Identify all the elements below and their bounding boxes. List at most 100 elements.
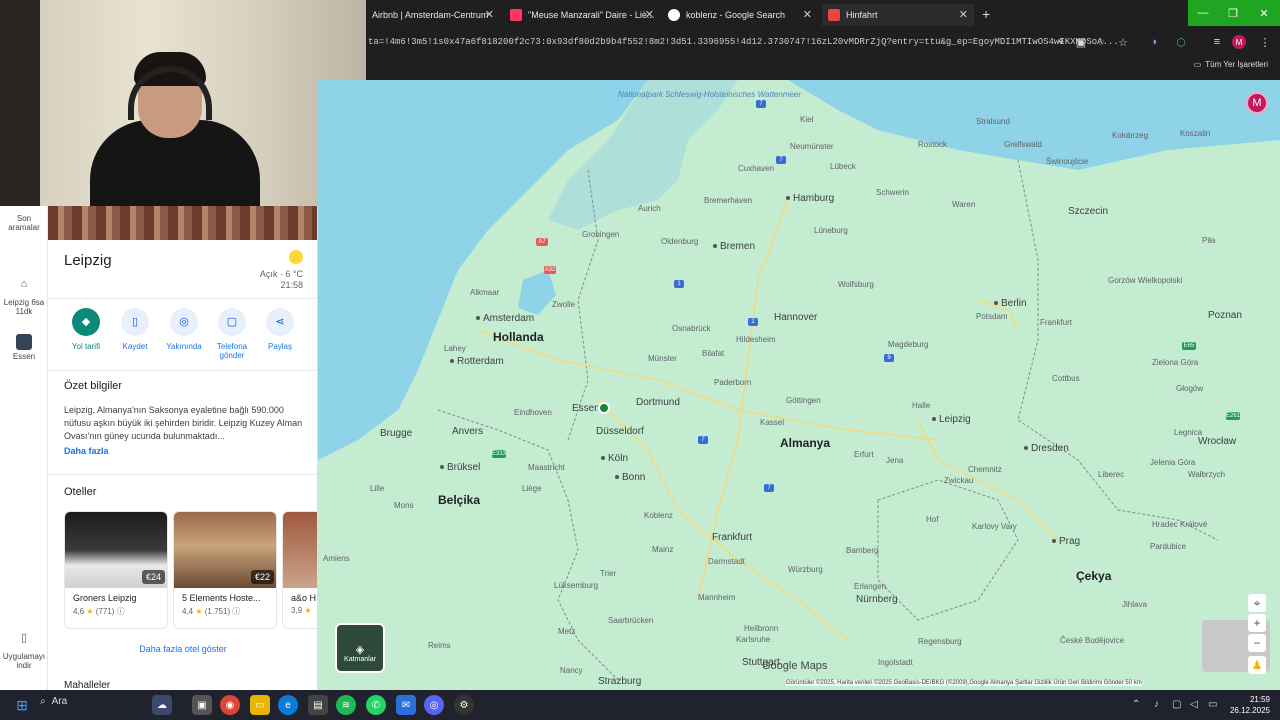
map-label-town[interactable]: Lille <box>370 484 384 493</box>
map-label-city[interactable]: Rotterdam <box>450 356 504 367</box>
pegman-button[interactable]: ♟ <box>1248 656 1266 674</box>
menu-icon[interactable]: ⋮ <box>1258 35 1272 49</box>
store-icon[interactable]: ▤ <box>308 695 328 715</box>
maximize-button[interactable]: ❐ <box>1218 0 1248 26</box>
map-label-town[interactable]: Głogów <box>1176 384 1203 393</box>
microphone-icon[interactable]: ♪ <box>1154 699 1159 710</box>
info-icon[interactable]: ⓘ <box>232 607 240 616</box>
map-label-town[interactable]: Kołobrzeg <box>1112 131 1148 140</box>
map-label-city[interactable]: Brüksel <box>440 462 480 473</box>
map-label-city[interactable]: Anvers <box>452 426 483 437</box>
map-label-town[interactable]: Chemnitz <box>968 465 1002 474</box>
map-label-city[interactable]: Frankfurt <box>712 532 752 543</box>
chrome-icon[interactable]: ◉ <box>220 695 240 715</box>
zoom-out-button[interactable]: − <box>1248 634 1266 652</box>
recent-searches[interactable]: Son aramalar <box>0 214 48 232</box>
install-icon[interactable]: ▣ <box>1074 35 1088 49</box>
location-icon[interactable]: ⌖ <box>1054 35 1068 49</box>
map-label-town[interactable]: Lübeck <box>830 162 856 171</box>
nearby-button[interactable]: ◎ Yakınında <box>161 308 207 351</box>
map-label-town[interactable]: České Budějovice <box>1060 636 1124 645</box>
map-label-town[interactable]: Liège <box>522 484 542 493</box>
map-label-town[interactable]: Bamberg <box>846 546 878 555</box>
map-label-town[interactable]: Koszalin <box>1180 129 1210 138</box>
map-label-town[interactable]: Osnabrück <box>672 324 711 333</box>
more-link[interactable]: Daha fazla <box>64 446 109 456</box>
map-label-city[interactable]: Szczecin <box>1068 206 1108 217</box>
edge-icon[interactable]: e <box>278 695 298 715</box>
map-label-town[interactable]: Stralsund <box>976 117 1010 126</box>
map-label-town[interactable]: Aurich <box>638 204 661 213</box>
extensions-icon[interactable]: ⬡ <box>1174 35 1188 49</box>
my-location-button[interactable]: ⌖ <box>1248 594 1266 612</box>
eye-off-icon[interactable]: ◌ <box>1094 35 1108 49</box>
map-label-town[interactable]: Groningen <box>582 230 619 239</box>
close-icon[interactable]: ✕ <box>803 8 812 21</box>
map-label-town[interactable]: Zielona Góra <box>1152 358 1198 367</box>
download-app[interactable]: ▯ Uygulamayı indir <box>0 633 48 671</box>
mail-icon[interactable]: ✉ <box>396 695 416 715</box>
whatsapp-icon[interactable]: ✆ <box>366 695 386 715</box>
directions-button[interactable]: ◆ Yol tarifi <box>63 308 109 351</box>
discord-icon[interactable]: ◎ <box>424 695 444 715</box>
map-label-town[interactable]: Mons <box>394 501 414 510</box>
map-label-town[interactable]: Eindhoven <box>514 408 552 417</box>
map-label-town[interactable]: Frankfurt <box>1040 318 1072 327</box>
bookmark-star-icon[interactable]: ☆ <box>1116 35 1130 49</box>
map-label-town[interactable]: Kiel <box>800 115 813 124</box>
map-label-city[interactable]: Hannover <box>774 312 817 323</box>
map-label-town[interactable]: Koblenz <box>644 511 673 520</box>
map-label-town[interactable]: Regensburg <box>918 637 962 646</box>
map-label-town[interactable]: Lüneburg <box>814 226 848 235</box>
map-label-town[interactable]: Liberec <box>1098 470 1124 479</box>
share-button[interactable]: ⋖ Paylaş <box>257 308 303 351</box>
map-label-town[interactable]: Wałbrzych <box>1188 470 1225 479</box>
map-label-town[interactable]: Jelenia Góra <box>1150 458 1195 467</box>
file-explorer-icon[interactable]: ▭ <box>250 695 270 715</box>
map-attribution[interactable]: Görüntüler ©2025, Harita verileri ©2025 … <box>786 680 1142 686</box>
map-label-town[interactable]: Karlsruhe <box>736 635 770 644</box>
map-label-town[interactable]: Wolfsburg <box>838 280 874 289</box>
map-label-town[interactable]: Zwolle <box>552 300 575 309</box>
clock[interactable]: 21:59 26.12.2025 <box>1230 694 1270 716</box>
zoom-in-button[interactable]: + <box>1248 614 1266 632</box>
map-label-town[interactable]: Hof <box>926 515 938 524</box>
place-photo[interactable] <box>48 206 317 240</box>
map-label-town[interactable]: Paderborn <box>714 378 751 387</box>
map-label-town[interactable]: Metz <box>558 627 575 636</box>
map-label-town[interactable]: Heilbronn <box>744 624 778 633</box>
map-label-town[interactable]: Kassel <box>760 418 784 427</box>
recent-essen[interactable]: Essen <box>0 334 48 361</box>
map-label-town[interactable]: Würzburg <box>788 565 823 574</box>
map-label-town[interactable]: Neumünster <box>790 142 834 151</box>
hotel-card[interactable]: a&o H 3,9 ★ <box>282 511 317 629</box>
map-label-town[interactable]: Świnoujście <box>1046 157 1088 166</box>
map-label-city[interactable]: Bonn <box>615 472 645 483</box>
map-label-town[interactable]: Cuxhaven <box>738 164 774 173</box>
map-label-city[interactable]: Poznan <box>1208 310 1242 321</box>
map-label-city[interactable]: Wrocław <box>1198 436 1236 447</box>
url-bar[interactable]: ta=!4m6!3m5!1s0x47a6f818200f2c73:0x93df8… <box>366 32 1280 52</box>
minimize-button[interactable]: — <box>1188 0 1218 26</box>
map-label-town[interactable]: Münster <box>648 354 677 363</box>
account-avatar[interactable]: M <box>1246 92 1268 114</box>
profile-icon[interactable]: M <box>1232 35 1246 49</box>
map-label-town[interactable]: Jihlava <box>1122 600 1147 609</box>
tab-airbnb-amsterdam[interactable]: Airbnb | Amsterdam-Centrum ✕ <box>366 4 500 26</box>
close-window-button[interactable]: ✕ <box>1248 0 1280 26</box>
reading-list-icon[interactable]: ≡ <box>1210 35 1224 49</box>
map-label-city[interactable]: Brugge <box>380 428 412 439</box>
map-label-town[interactable]: Zwickau <box>944 476 973 485</box>
map-label-town[interactable]: Nancy <box>560 666 583 675</box>
extension-icon[interactable]: ◗ <box>1148 35 1162 49</box>
map-label-town[interactable]: Bilafat <box>702 349 724 358</box>
map-label-town[interactable]: Saarbrücken <box>608 616 653 625</box>
map-label-town[interactable]: Potsdam <box>976 312 1008 321</box>
map-label-town[interactable]: Greifswald <box>1004 140 1042 149</box>
tab-google-search[interactable]: koblenz - Google Search ✕ <box>662 4 818 26</box>
map-label-city[interactable]: Hamburg <box>786 193 834 204</box>
map-label-town[interactable]: Jena <box>886 456 903 465</box>
tab-airbnb-liege[interactable]: "Meuse Manzarali" Daire - Liè... ✕ <box>504 4 660 26</box>
essen-marker[interactable] <box>598 402 610 414</box>
map-label-city[interactable]: Strazburg <box>598 676 641 687</box>
